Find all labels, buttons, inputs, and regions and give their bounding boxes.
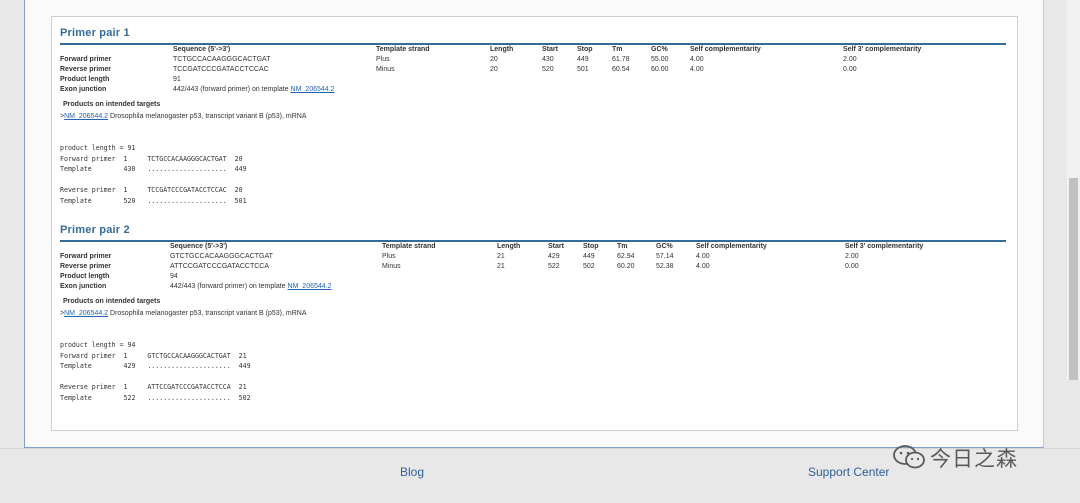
forward-primer-label: Forward primer — [60, 253, 112, 260]
results-frame: Primer pair 1 Sequence (5'->3') Template… — [24, 0, 1044, 448]
reverse-strand: Minus — [376, 66, 395, 73]
exon-junction-text: 442/443 (forward primer) on template — [170, 283, 286, 290]
target-description: Drosophila melanogaster p53, transcript … — [108, 113, 307, 120]
col-stop: Stop — [577, 46, 593, 53]
reverse-length: 21 — [497, 263, 505, 270]
col-gc: GC% — [656, 243, 673, 250]
reverse-self3: 0.00 — [845, 263, 859, 270]
col-length: Length — [497, 243, 521, 250]
exon-junction-label: Exon junction — [60, 86, 107, 93]
col-sequence: Sequence (5'->3') — [170, 243, 228, 250]
forward-self: 4.00 — [696, 253, 710, 260]
forward-seq: TCTGCCACAAGGGCACTGAT — [173, 56, 271, 63]
target-accession-link[interactable]: NM_206544.2 — [64, 113, 108, 120]
col-start: Start — [548, 243, 564, 250]
col-gc: GC% — [651, 46, 668, 53]
forward-length: 20 — [490, 56, 498, 63]
primer-results-panel: Primer pair 1 Sequence (5'->3') Template… — [51, 16, 1018, 431]
reverse-stop: 501 — [577, 66, 589, 73]
reverse-stop: 502 — [583, 263, 595, 270]
vertical-scrollbar[interactable] — [1067, 0, 1080, 380]
primer-pair-title: Primer pair 1 — [60, 27, 1006, 45]
reverse-length: 20 — [490, 66, 498, 73]
forward-seq: GTCTGCCACAAGGGCACTGAT — [170, 253, 273, 260]
reverse-tm: 60.54 — [612, 66, 630, 73]
target-accession-link[interactable]: NM_206544.2 — [64, 310, 108, 317]
exon-junction-label: Exon junction — [60, 283, 107, 290]
forward-stop: 449 — [577, 56, 589, 63]
reverse-gc: 52.38 — [656, 263, 674, 270]
products-heading: Products on intended targets — [63, 298, 161, 305]
support-center-link[interactable]: Support Center — [808, 465, 889, 479]
scrollbar-thumb[interactable] — [1069, 178, 1078, 380]
col-self: Self complementarity — [696, 243, 767, 250]
forward-tm: 62.94 — [617, 253, 635, 260]
exon-template-link[interactable]: NM_206544.2 — [291, 86, 335, 93]
col-self: Self complementarity — [690, 46, 761, 53]
product-length-value: 91 — [173, 76, 181, 83]
reverse-self: 4.00 — [690, 66, 704, 73]
forward-self3: 2.00 — [845, 253, 859, 260]
reverse-self3: 0.00 — [843, 66, 857, 73]
reverse-primer-label: Reverse primer — [60, 263, 111, 270]
col-strand: Template strand — [376, 46, 430, 53]
exon-junction-value: 442/443 (forward primer) on template NM_… — [173, 85, 335, 95]
primer-pair-2: Primer pair 2 Sequence (5'->3') Template… — [60, 224, 1006, 402]
forward-start: 430 — [542, 56, 554, 63]
exon-junction-text: 442/443 (forward primer) on template — [173, 86, 289, 93]
primer-table: Sequence (5'->3') Template strand Length… — [60, 242, 1006, 296]
col-self3: Self 3' complementarity — [843, 46, 922, 53]
forward-self3: 2.00 — [843, 56, 857, 63]
forward-gc: 57.14 — [656, 253, 674, 260]
reverse-strand: Minus — [382, 263, 401, 270]
reverse-seq: ATTCCGATCCCGATACCTCCA — [170, 263, 270, 270]
reverse-start: 520 — [542, 66, 554, 73]
forward-self: 4.00 — [690, 56, 704, 63]
target-line: >NM_206544.2 Drosophila melanogaster p53… — [60, 310, 307, 317]
col-tm: Tm — [612, 46, 623, 53]
forward-tm: 61.78 — [612, 56, 630, 63]
reverse-start: 522 — [548, 263, 560, 270]
forward-primer-label: Forward primer — [60, 56, 112, 63]
forward-length: 21 — [497, 253, 505, 260]
col-tm: Tm — [617, 243, 628, 250]
watermark: 今日之森 — [892, 441, 1052, 471]
forward-gc: 55.00 — [651, 56, 669, 63]
primer-table: Sequence (5'->3') Template strand Length… — [60, 45, 1006, 99]
forward-stop: 449 — [583, 253, 595, 260]
reverse-tm: 60.20 — [617, 263, 635, 270]
forward-strand: Plus — [376, 56, 390, 63]
exon-template-link[interactable]: NM_206544.2 — [288, 283, 332, 290]
reverse-gc: 60.00 — [651, 66, 669, 73]
product-length-label: Product length — [60, 273, 110, 280]
product-length-value: 94 — [170, 273, 178, 280]
alignment-block: product length = 94 Forward primer 1 GTC… — [60, 341, 251, 402]
col-self3: Self 3' complementarity — [845, 243, 924, 250]
product-length-label: Product length — [60, 76, 110, 83]
col-length: Length — [490, 46, 514, 53]
col-sequence: Sequence (5'->3') — [173, 46, 231, 53]
reverse-primer-label: Reverse primer — [60, 66, 111, 73]
target-line: >NM_206544.2 Drosophila melanogaster p53… — [60, 113, 307, 120]
primer-pair-title: Primer pair 2 — [60, 224, 1006, 242]
products-heading: Products on intended targets — [63, 101, 161, 108]
wechat-icon — [893, 445, 925, 469]
alignment-block: product length = 91 Forward primer 1 TCT… — [60, 144, 247, 205]
reverse-self: 4.00 — [696, 263, 710, 270]
col-strand: Template strand — [382, 243, 436, 250]
watermark-text: 今日之森 — [930, 448, 1018, 471]
col-stop: Stop — [583, 243, 599, 250]
reverse-seq: TCCGATCCCGATACCTCCAC — [173, 66, 269, 73]
exon-junction-value: 442/443 (forward primer) on template NM_… — [170, 282, 332, 292]
blog-link[interactable]: Blog — [400, 465, 424, 479]
target-description: Drosophila melanogaster p53, transcript … — [108, 310, 307, 317]
primer-pair-1: Primer pair 1 Sequence (5'->3') Template… — [60, 27, 1006, 205]
col-start: Start — [542, 46, 558, 53]
forward-strand: Plus — [382, 253, 396, 260]
forward-start: 429 — [548, 253, 560, 260]
